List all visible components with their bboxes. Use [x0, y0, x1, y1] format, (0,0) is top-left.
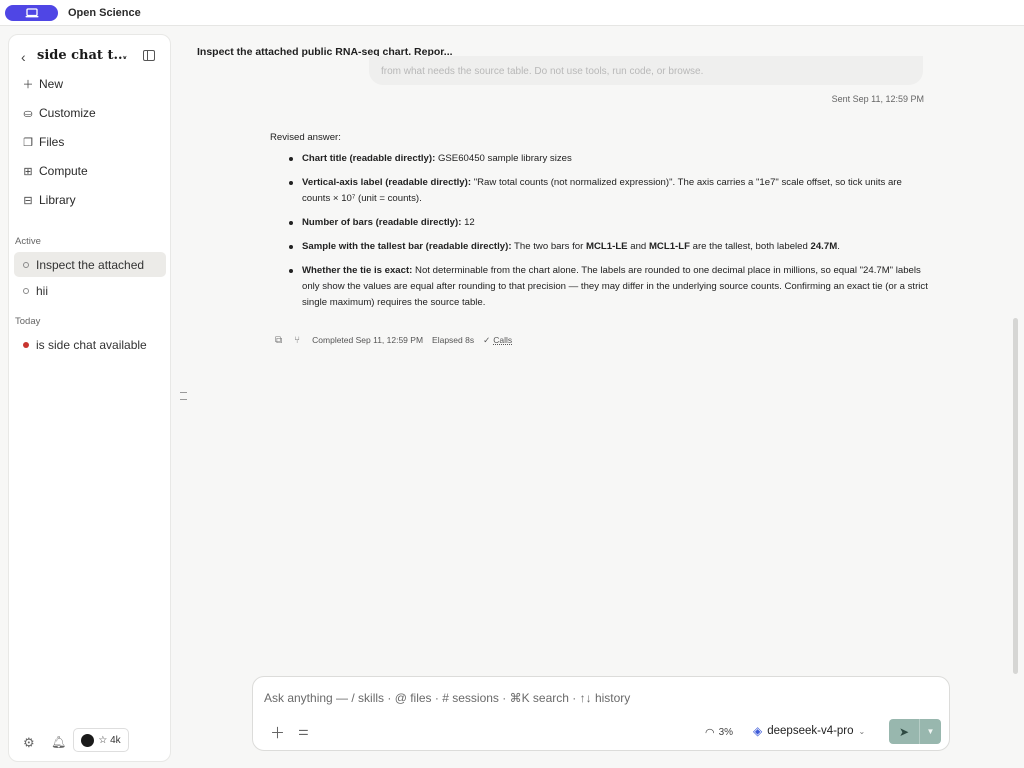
- session-label: hii: [36, 283, 49, 298]
- answer-item-key: Sample with the tallest bar (readable di…: [302, 241, 512, 252]
- answer-item: Sample with the tallest bar (readable di…: [270, 239, 930, 255]
- chevron-down-icon: ▼: [926, 727, 935, 736]
- github-icon: [81, 733, 95, 747]
- app-name: Open Science: [68, 7, 141, 19]
- session-status-icon: [23, 287, 29, 294]
- model-selector[interactable]: ◈ deepseek-v4-pro ⌄: [753, 724, 865, 738]
- send-button-group: ➤ ▼: [889, 719, 941, 744]
- user-message-fragment: from what needs the source table. Do not…: [381, 66, 704, 77]
- session-item[interactable]: hii: [14, 278, 166, 303]
- top-bar: Open Science: [0, 0, 1024, 26]
- elapsed-time: Elapsed 8s: [432, 335, 475, 345]
- settings-gear-icon[interactable]: ⚙: [23, 735, 35, 751]
- attach-plus-icon[interactable]: ＋: [270, 722, 285, 743]
- sidebar-item-label: Customize: [39, 106, 96, 120]
- send-button[interactable]: ➤: [889, 719, 920, 744]
- answer-item-text: 12: [461, 217, 475, 228]
- section-label-active: Active: [15, 236, 41, 247]
- model-logo-icon: ◈: [753, 724, 763, 738]
- resize-handle[interactable]: [180, 392, 187, 400]
- answer-item-key: Vertical-axis label (readable directly):: [302, 177, 472, 188]
- assistant-answer: Revised answer: Chart title (readable di…: [270, 130, 930, 319]
- message-input[interactable]: [264, 691, 924, 705]
- sidebar-item-label: Library: [39, 193, 76, 207]
- answer-item-text: GSE60450 sample library sizes: [435, 153, 572, 164]
- composer: ＋ ⚌ ◠ 3% ◈ deepseek-v4-pro ⌄ ➤ ▼: [252, 676, 950, 751]
- sent-timestamp: Sent Sep 11, 12:59 PM: [831, 94, 924, 104]
- answer-item: Chart title (readable directly): GSE6045…: [270, 151, 930, 167]
- send-arrow-icon: ➤: [898, 724, 910, 739]
- files-icon: ❐: [23, 136, 33, 149]
- sidebar-item-new[interactable]: ＋ New: [21, 75, 161, 93]
- branch-icon[interactable]: ⑂: [294, 335, 300, 346]
- plus-icon: ＋: [22, 79, 34, 91]
- gauge-icon: ◠: [705, 727, 715, 739]
- library-icon: ⊟: [23, 194, 33, 207]
- check-circle-icon: ✓: [483, 334, 491, 345]
- bell-icon[interactable]: 🔔︎: [51, 735, 66, 749]
- customize-icon: ⛀: [23, 107, 33, 120]
- settings-sliders-icon[interactable]: ⚌: [298, 724, 309, 738]
- context-usage-value: 3%: [718, 727, 734, 738]
- answer-item: Vertical-axis label (readable directly):…: [270, 175, 930, 207]
- completed-timestamp: Completed Sep 11, 12:59 PM: [312, 335, 424, 345]
- app-switcher-button[interactable]: [5, 5, 58, 21]
- session-running-icon: [23, 341, 29, 348]
- sample-name: MCL1-LF: [648, 241, 690, 252]
- send-options-button[interactable]: ▼: [920, 719, 941, 744]
- session-label: Inspect the attached: [36, 257, 145, 272]
- session-status-icon: [23, 261, 29, 268]
- sidebar-item-library[interactable]: ⊟ Library: [21, 191, 161, 209]
- answer-lead: Revised answer:: [270, 132, 341, 143]
- user-message-bubble: from what needs the source table. Do not…: [369, 56, 923, 85]
- compute-icon: ⊞: [23, 165, 33, 178]
- copy-icon[interactable]: ⧉: [275, 335, 282, 346]
- message-meta-row: ⧉ ⑂ Completed Sep 11, 12:59 PM Elapsed 8…: [275, 333, 512, 347]
- sidebar-item-label: Compute: [39, 164, 88, 178]
- chevron-down-icon: ⌄: [858, 726, 866, 736]
- answer-item-text: .: [837, 241, 840, 252]
- answer-item: Number of bars (readable directly): 12: [270, 215, 930, 231]
- calls-link[interactable]: Calls: [493, 335, 512, 345]
- answer-item-key: Number of bars (readable directly):: [302, 217, 462, 228]
- sample-name: MCL1-LE: [586, 241, 628, 252]
- sidebar-item-label: New: [39, 77, 64, 91]
- toggle-sidebar-icon[interactable]: [143, 50, 155, 61]
- answer-item-text: are the tallest, both labeled: [689, 241, 811, 252]
- star-icon: ☆: [98, 734, 111, 746]
- answer-item-key: Whether the tie is exact:: [302, 265, 413, 276]
- sidebar-header: ‹ side chat t... ⌄: [9, 47, 172, 67]
- answer-item: Whether the tie is exact: Not determinab…: [270, 263, 930, 311]
- answer-item-key: Chart title (readable directly):: [302, 153, 436, 164]
- chevron-down-icon[interactable]: ⌄: [121, 50, 129, 61]
- sidebar-item-customize[interactable]: ⛀ Customize: [21, 104, 161, 122]
- sidebar-title[interactable]: side chat t...: [37, 48, 127, 63]
- session-item[interactable]: is side chat available: [14, 332, 166, 357]
- sidebar: ‹ side chat t... ⌄ ＋ New ⛀ Customize ❐ F…: [8, 34, 171, 762]
- bar-value: 24.7M: [810, 241, 838, 252]
- sidebar-item-label: Files: [39, 135, 65, 149]
- sidebar-item-compute[interactable]: ⊞ Compute: [21, 162, 161, 180]
- model-name: deepseek-v4-pro: [767, 725, 854, 737]
- back-chevron-icon[interactable]: ‹: [21, 49, 26, 65]
- session-label: is side chat available: [36, 337, 147, 352]
- github-stars-count: 4k: [110, 734, 121, 746]
- answer-item-text: The two bars for: [511, 241, 587, 252]
- section-label-today: Today: [15, 316, 41, 327]
- context-usage: ◠ 3%: [705, 726, 733, 739]
- scrollbar[interactable]: [1013, 318, 1018, 674]
- session-item[interactable]: Inspect the attached: [14, 252, 166, 277]
- github-stars-button[interactable]: ☆ 4k: [73, 728, 129, 752]
- answer-item-text: and: [627, 241, 649, 252]
- sidebar-item-files[interactable]: ❐ Files: [21, 133, 161, 151]
- answer-list: Chart title (readable directly): GSE6045…: [270, 151, 930, 311]
- laptop-icon: [25, 8, 38, 18]
